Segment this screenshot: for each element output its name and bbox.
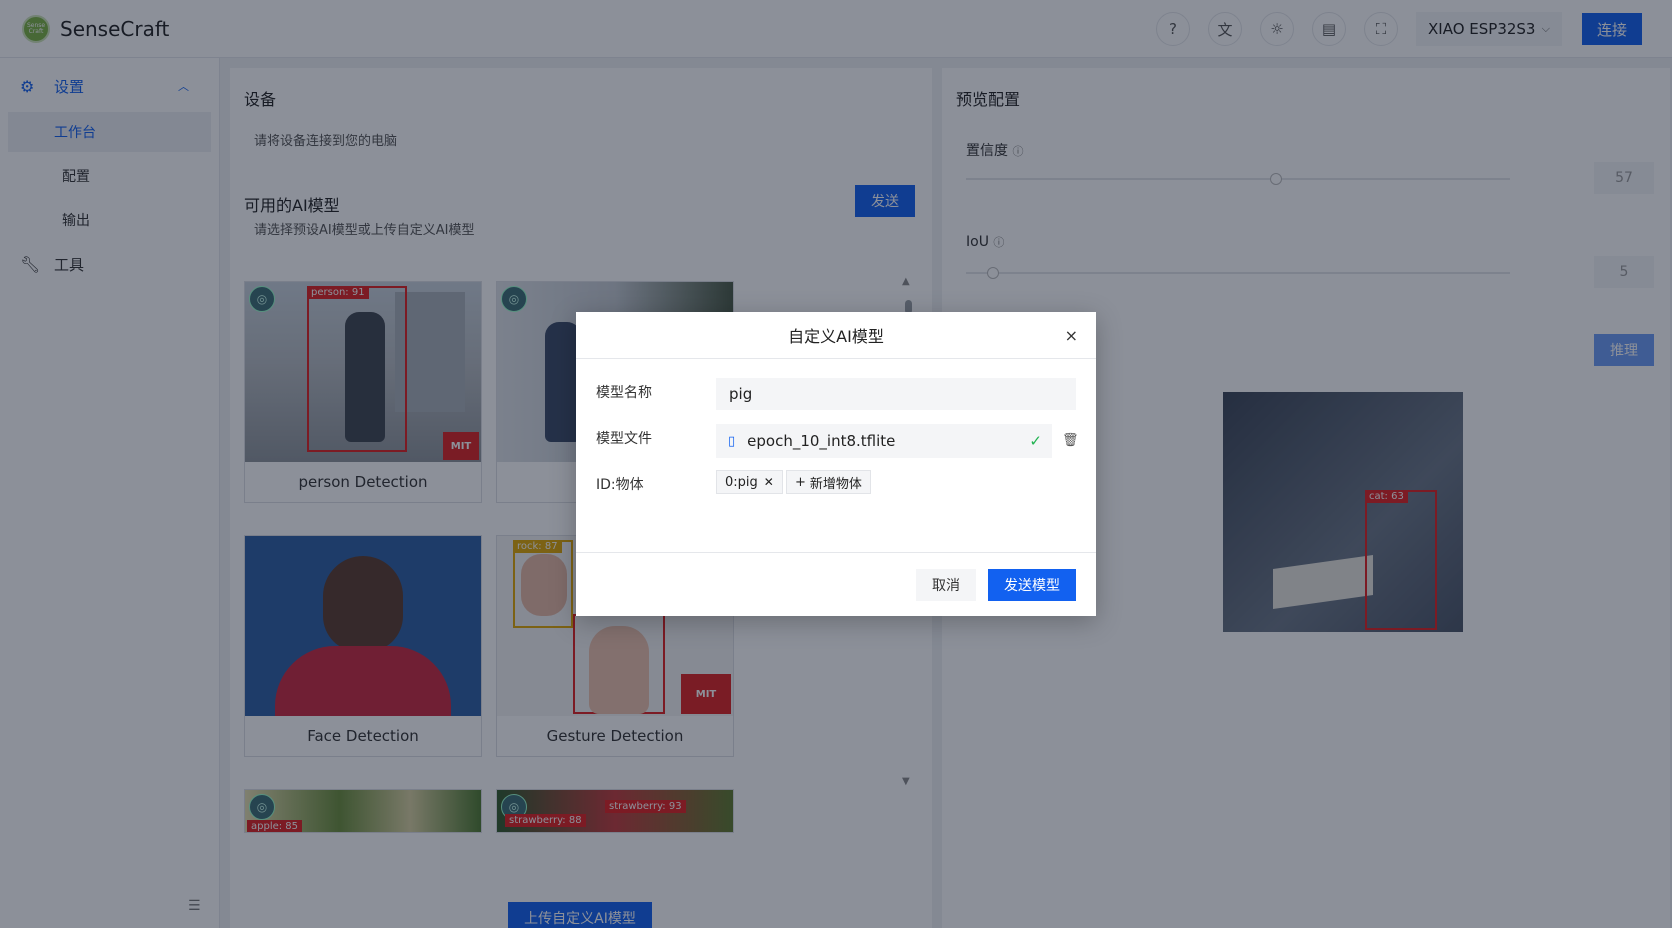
model-file-field[interactable]: ▯ epoch_10_int8.tflite ✓ [716, 424, 1052, 458]
remove-tag-icon[interactable]: ✕ [764, 475, 774, 489]
dialog-header: 自定义AI模型 × [576, 312, 1096, 359]
model-name-label: 模型名称 [596, 385, 652, 401]
dialog-title: 自定义AI模型 [788, 327, 884, 346]
id-object-label: ID:物体 [596, 477, 644, 493]
model-file-label: 模型文件 [596, 431, 652, 447]
model-name-input[interactable]: pig [716, 378, 1076, 410]
trash-icon[interactable]: 🗑︎ [1062, 433, 1079, 448]
cancel-button[interactable]: 取消 [916, 569, 976, 601]
custom-model-dialog: 自定义AI模型 × 模型名称 pig 模型文件 ▯ epoch_10_int8.… [576, 312, 1096, 616]
dialog-footer: 取消 发送模型 [576, 552, 1096, 616]
add-object-button[interactable]: + 新增物体 [786, 470, 871, 494]
send-model-button[interactable]: 发送模型 [988, 569, 1076, 601]
close-icon[interactable]: × [1065, 326, 1078, 345]
check-icon: ✓ [1029, 432, 1042, 450]
object-tag: 0:pig ✕ [716, 470, 783, 494]
file-icon: ▯ [728, 433, 736, 449]
plus-icon: + [795, 474, 806, 490]
model-file-name: epoch_10_int8.tflite [747, 432, 896, 450]
